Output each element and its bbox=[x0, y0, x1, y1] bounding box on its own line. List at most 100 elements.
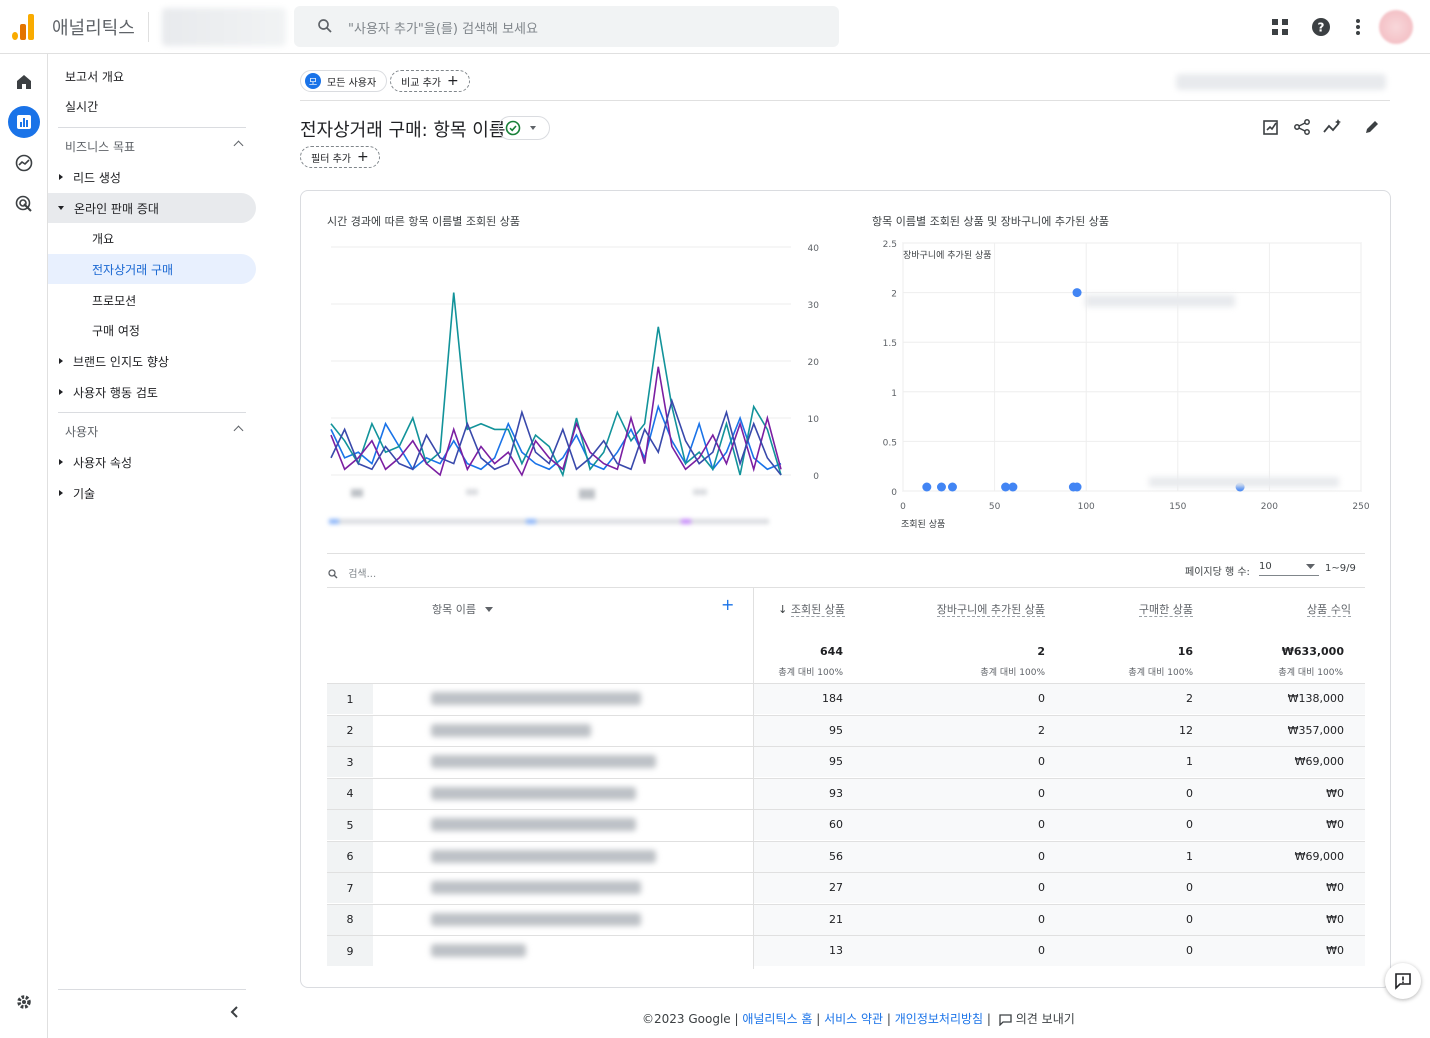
table-row[interactable]: 2 95 2 12 ₩357,000 bbox=[327, 714, 1365, 746]
scatter-chart-title: 항목 이름별 조회된 상품 및 장바구니에 추가된 상품 bbox=[872, 215, 1109, 228]
report-status[interactable] bbox=[498, 116, 550, 140]
table-row[interactable]: 1 184 0 2 ₩138,000 bbox=[327, 683, 1365, 714]
nav-item-purchase-journey[interactable]: 구매 여정 bbox=[48, 315, 256, 345]
nav-item-user-behavior[interactable]: 사용자 행동 검토 bbox=[48, 377, 256, 407]
item-name-blurred[interactable] bbox=[431, 786, 636, 800]
apps-icon[interactable] bbox=[1268, 15, 1292, 39]
insights-icon[interactable] bbox=[1322, 116, 1344, 138]
table-row[interactable]: 4 93 0 0 ₩0 bbox=[327, 777, 1365, 809]
column-header-carts[interactable]: 장바구니에 추가된 상품 bbox=[901, 601, 1045, 617]
settings-icon[interactable] bbox=[8, 986, 40, 1018]
footer-feedback-link[interactable]: 의견 보내기 bbox=[1016, 1012, 1075, 1026]
nav-realtime[interactable]: 실시간 bbox=[48, 91, 256, 121]
cell-revenue: ₩0 bbox=[1326, 786, 1344, 800]
line-chart[interactable]: 40 30 20 10 0 bbox=[321, 231, 841, 531]
more-vert-icon[interactable] bbox=[1346, 15, 1370, 39]
footer-privacy-link[interactable]: 개인정보처리방침 bbox=[895, 1012, 983, 1026]
nav-item-online-sales[interactable]: 온라인 판매 증대 bbox=[48, 193, 256, 223]
cell-revenue: ₩69,000 bbox=[1294, 849, 1344, 863]
feedback-button[interactable] bbox=[1385, 963, 1421, 999]
scatter-chart[interactable]: 2.5 2 1.5 1 0.5 00 50 100 150 200 250 bbox=[869, 231, 1379, 541]
reports-icon[interactable] bbox=[8, 106, 40, 138]
cell-views: 184 bbox=[822, 692, 843, 705]
cell-views: 27 bbox=[829, 881, 843, 894]
column-header-views[interactable]: ↓ 조회된 상품 bbox=[771, 601, 845, 617]
nav-section-business-goals[interactable]: 비즈니스 목표 bbox=[48, 131, 256, 161]
nav-item-overview[interactable]: 개요 bbox=[48, 223, 256, 253]
cell-purchased: 2 bbox=[1186, 692, 1193, 705]
item-name-blurred[interactable] bbox=[431, 755, 656, 768]
cell-purchased: 0 bbox=[1186, 818, 1193, 831]
table-row[interactable]: 5 60 0 0 ₩0 bbox=[327, 809, 1365, 840]
column-divider bbox=[753, 587, 754, 969]
nav-overview[interactable]: 보고서 개요 bbox=[48, 61, 256, 91]
item-name-blurred[interactable] bbox=[431, 944, 526, 957]
nav-item-user-attributes[interactable]: 사용자 속성 bbox=[48, 447, 256, 477]
rows-per-page-select[interactable]: 10 bbox=[1259, 561, 1319, 576]
row-index: 2 bbox=[327, 715, 373, 746]
scatter-point[interactable] bbox=[1008, 482, 1018, 492]
filter-add-chip[interactable]: 필터 추가 + bbox=[300, 146, 380, 168]
header-label: 구매한 상품 bbox=[1138, 603, 1193, 617]
footer-terms-link[interactable]: 서비스 약관 bbox=[824, 1012, 883, 1026]
item-name-blurred[interactable] bbox=[431, 723, 591, 737]
cell-purchased: 12 bbox=[1179, 723, 1193, 737]
table-row[interactable]: 9 13 0 0 ₩0 bbox=[327, 935, 1365, 966]
column-header-revenue[interactable]: 상품 수익 bbox=[1251, 601, 1351, 617]
scatter-point[interactable] bbox=[936, 482, 946, 492]
item-name-blurred[interactable] bbox=[431, 881, 641, 894]
scatter-point[interactable] bbox=[922, 482, 932, 492]
nav-section-users[interactable]: 사용자 bbox=[48, 416, 256, 446]
item-name-blurred[interactable] bbox=[431, 849, 656, 863]
app-title[interactable]: 애널리틱스 bbox=[52, 14, 135, 40]
analytics-logo[interactable] bbox=[12, 14, 36, 40]
caret-down-icon bbox=[58, 206, 64, 210]
footer-separator: | bbox=[812, 1012, 825, 1026]
total-purchased-sub: 총계 대비 100% bbox=[1128, 668, 1193, 678]
share-icon[interactable] bbox=[1291, 116, 1313, 138]
home-icon[interactable] bbox=[8, 66, 40, 98]
add-dimension-button[interactable]: + bbox=[721, 595, 734, 614]
nav-item-lead-gen[interactable]: 리드 생성 bbox=[48, 162, 256, 192]
left-rail bbox=[0, 54, 48, 1038]
rows-per-page-label: 페이지당 행 수: bbox=[1185, 567, 1250, 578]
nav-item-promotions[interactable]: 프로모션 bbox=[48, 285, 256, 315]
footer-home-link[interactable]: 애널리틱스 홈 bbox=[742, 1012, 812, 1026]
nav-divider bbox=[58, 412, 246, 413]
date-range[interactable] bbox=[1176, 74, 1386, 90]
explore-icon[interactable] bbox=[8, 147, 40, 179]
scatter-point[interactable] bbox=[947, 482, 957, 492]
table-search[interactable]: 검색... bbox=[327, 565, 376, 580]
scatter-point[interactable] bbox=[1072, 288, 1082, 298]
all-users-chip[interactable]: 모 모든 사용자 bbox=[300, 70, 388, 92]
nav-item-brand-awareness[interactable]: 브랜드 인지도 향상 bbox=[48, 346, 256, 376]
compare-add-chip[interactable]: 비교 추가 + bbox=[390, 70, 470, 92]
chevron-down-icon bbox=[1306, 564, 1315, 569]
table-row[interactable]: 6 56 0 1 ₩69,000 bbox=[327, 840, 1365, 872]
nav-item-ecommerce[interactable]: 전자상거래 구매 bbox=[48, 254, 256, 284]
table-row[interactable]: 7 27 0 0 ₩0 bbox=[327, 872, 1365, 903]
column-header-purchased[interactable]: 구매한 상품 bbox=[1091, 601, 1193, 617]
avatar[interactable] bbox=[1379, 10, 1413, 44]
scatter-point[interactable] bbox=[1072, 482, 1082, 492]
table-row[interactable]: 8 21 0 0 ₩0 bbox=[327, 903, 1365, 935]
search-bar[interactable]: "사용자 추가"을(를) 검색해 보세요 bbox=[294, 6, 839, 47]
y-tick-label: 40 bbox=[808, 244, 820, 254]
column-header-item-name[interactable]: 항목 이름 bbox=[432, 601, 494, 617]
item-name-blurred[interactable] bbox=[431, 818, 636, 831]
edit-icon[interactable] bbox=[1361, 116, 1383, 138]
item-name-blurred[interactable] bbox=[431, 912, 641, 926]
customize-report-icon[interactable] bbox=[1260, 116, 1282, 138]
x-tick-label: 0 bbox=[900, 502, 906, 512]
item-name-blurred[interactable] bbox=[431, 692, 641, 705]
table-row[interactable]: 3 95 0 1 ₩69,000 bbox=[327, 746, 1365, 777]
header-label: 조회된 상품 bbox=[790, 603, 845, 617]
collapse-nav-icon[interactable] bbox=[228, 1004, 242, 1018]
nav-item-tech[interactable]: 기술 bbox=[48, 478, 256, 508]
account-selector[interactable] bbox=[162, 8, 286, 46]
series-line-3[interactable] bbox=[330, 366, 782, 477]
help-icon[interactable]: ? bbox=[1309, 15, 1333, 39]
advertising-icon[interactable] bbox=[8, 188, 40, 220]
total-views: 644 bbox=[820, 645, 843, 658]
divider bbox=[148, 12, 149, 42]
